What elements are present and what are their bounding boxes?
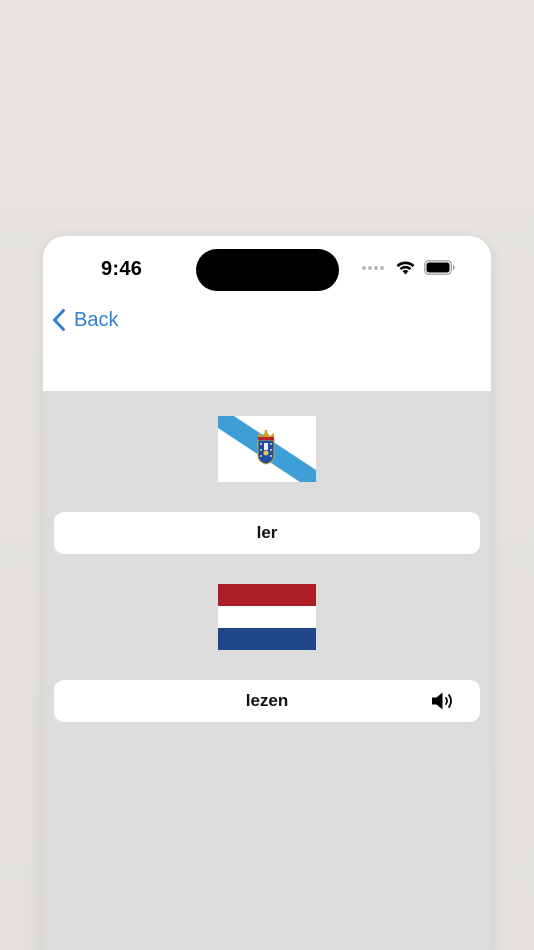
chevron-left-icon <box>53 309 65 331</box>
status-time: 9:46 <box>101 258 143 280</box>
signal-dots-icon <box>362 265 384 270</box>
target-word: lezen <box>245 691 289 710</box>
target-word-card[interactable]: lezen <box>54 680 480 722</box>
speaker-icon[interactable] <box>430 690 456 712</box>
netherlands-flag-icon <box>218 584 316 650</box>
phone-screen: 9:46 Back ler lezen <box>43 236 491 950</box>
source-word-card[interactable]: ler <box>54 512 480 554</box>
dynamic-island <box>196 249 339 291</box>
wifi-icon <box>396 261 415 275</box>
source-word: ler <box>256 523 278 542</box>
galicia-flag-icon <box>218 416 316 482</box>
back-label: Back <box>74 308 119 331</box>
status-icons <box>362 260 455 275</box>
battery-icon <box>424 260 455 275</box>
back-button[interactable]: Back <box>52 308 118 332</box>
navigation-header: 9:46 Back <box>43 236 491 391</box>
